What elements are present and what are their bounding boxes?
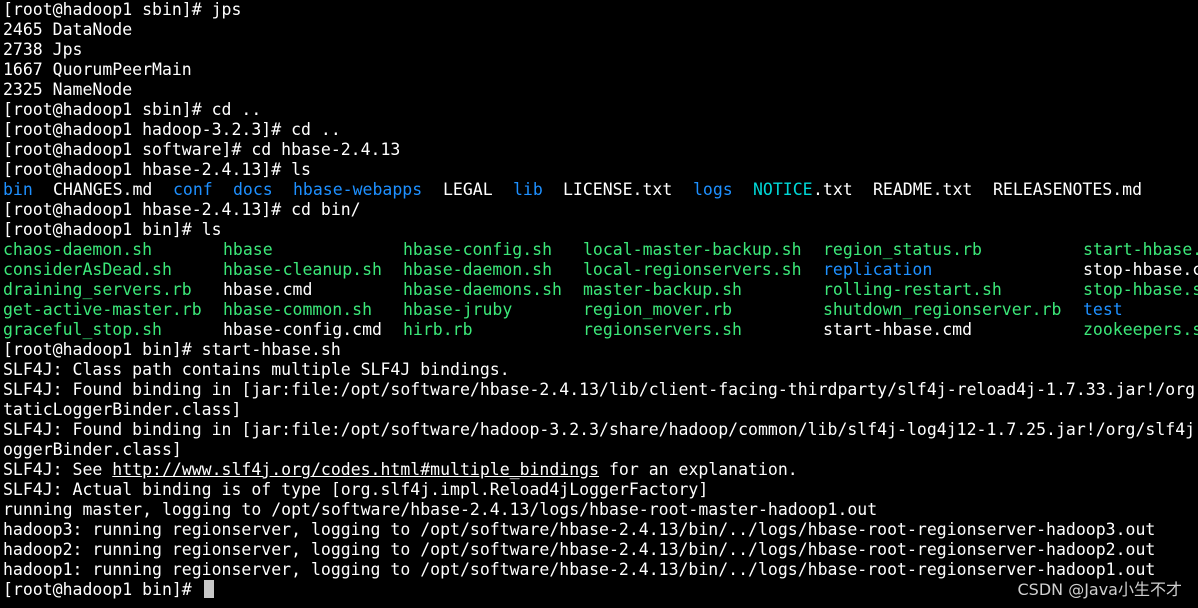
ls-entry-directory: lib bbox=[513, 180, 543, 199]
ls-entry-executable: draining_servers.rb bbox=[3, 280, 192, 299]
ls-entry-executable: hbase-common.sh bbox=[223, 300, 373, 319]
terminal-line: [root@hadoop1 hbase-2.4.13]# ls bbox=[3, 160, 311, 179]
ls-entry-file: LEGAL bbox=[443, 180, 493, 199]
ls-entry-executable: zookeepers.s bbox=[1083, 320, 1198, 339]
terminal-line: hadoop2: running regionserver, logging t… bbox=[3, 540, 1156, 559]
ls-entry-executable: hbase-daemon.sh bbox=[403, 260, 553, 279]
prompt-text: [root@hadoop1 bin]# bbox=[3, 580, 202, 599]
text-cursor bbox=[203, 580, 214, 598]
ls-entry-executable: hbase-config.sh bbox=[403, 240, 553, 259]
terminal-line: SLF4J: Found binding in [jar:file:/opt/s… bbox=[3, 420, 1196, 439]
ls-entry-directory: test bbox=[1083, 300, 1123, 319]
ls-entry-executable: get-active-master.rb bbox=[3, 300, 202, 319]
ls-entry-executable: regionservers.sh bbox=[583, 320, 742, 339]
ls-entry-file: .txt bbox=[813, 180, 853, 199]
ls-entry-file: hbase.cmd bbox=[223, 280, 313, 299]
terminal-line: SLF4J: Found binding in [jar:file:/opt/s… bbox=[3, 380, 1196, 399]
ls-entry-file: hbase-config.cmd bbox=[223, 320, 382, 339]
ls-entry-directory: docs bbox=[233, 180, 273, 199]
ls-entry-executable: master-backup.sh bbox=[583, 280, 742, 299]
terminal-line: SLF4J: Actual binding is of type [org.sl… bbox=[3, 480, 709, 499]
terminal-line: [root@hadoop1 sbin]# jps bbox=[3, 0, 242, 19]
ls-entry-directory: replication bbox=[823, 260, 933, 279]
ls-entry-executable: hbase-cleanup.sh bbox=[223, 260, 382, 279]
terminal-line: 2325 NameNode bbox=[3, 80, 133, 99]
ls-entry-executable: region_mover.rb bbox=[583, 300, 733, 319]
ls-entry-directory: logs bbox=[693, 180, 733, 199]
terminal-line: 2465 DataNode bbox=[3, 20, 133, 39]
ls-entry-executable: start-hbase. bbox=[1083, 240, 1198, 259]
terminal-line: oggerBinder.class] bbox=[3, 440, 182, 459]
ls-entry-executable: chaos-daemon.sh bbox=[3, 240, 153, 259]
terminal-line: 1667 QuorumPeerMain bbox=[3, 60, 192, 79]
ls-entry-directory: hbase-webapps bbox=[293, 180, 423, 199]
ls-entry-file: README.txt bbox=[873, 180, 973, 199]
ls-entry-executable: local-master-backup.sh bbox=[583, 240, 802, 259]
ls-entry-file: RELEASENOTES.md bbox=[993, 180, 1143, 199]
ls-entry-executable: local-regionservers.sh bbox=[583, 260, 802, 279]
ls-entry-executable: shutdown_regionserver.rb bbox=[823, 300, 1062, 319]
ls-entry-executable: rolling-restart.sh bbox=[823, 280, 1002, 299]
command-prompt[interactable]: [root@hadoop1 bin]# bbox=[3, 580, 214, 600]
ls-entry-executable: hbase bbox=[223, 240, 273, 259]
slf4j-help-link[interactable]: http://www.slf4j.org/codes.html#multiple… bbox=[112, 460, 599, 479]
ls-entry-directory: conf bbox=[173, 180, 213, 199]
terminal-line: [root@hadoop1 software]# cd hbase-2.4.13 bbox=[3, 140, 401, 159]
terminal-line: [root@hadoop1 hadoop-3.2.3]# cd .. bbox=[3, 120, 341, 139]
terminal-line: SLF4J: Class path contains multiple SLF4… bbox=[3, 360, 510, 379]
ls-entry-executable: hbase-jruby bbox=[403, 300, 513, 319]
terminal-text: SLF4J: See bbox=[3, 460, 113, 479]
ls-entry-executable: hbase-daemons.sh bbox=[403, 280, 562, 299]
ls-entry-executable: hirb.rb bbox=[403, 320, 473, 339]
ls-entry-directory: bin bbox=[3, 180, 33, 199]
terminal-line: hadoop1: running regionserver, logging t… bbox=[3, 560, 1156, 579]
terminal-line: 2738 Jps bbox=[3, 40, 83, 59]
ls-entry-file: stop-hbase.c bbox=[1083, 260, 1198, 279]
terminal-line: hadoop3: running regionserver, logging t… bbox=[3, 520, 1156, 539]
watermark: CSDN @Java小生不才 bbox=[1017, 580, 1182, 599]
ls-entry-file: LICENSE.txt bbox=[563, 180, 673, 199]
terminal-line: [root@hadoop1 bin]# ls bbox=[3, 220, 222, 239]
ls-entry-symlink: NOTICE bbox=[753, 180, 813, 199]
terminal-line: [root@hadoop1 sbin]# cd .. bbox=[3, 100, 262, 119]
ls-entry-file: start-hbase.cmd bbox=[823, 320, 973, 339]
ls-entry-executable: considerAsDead.sh bbox=[3, 260, 172, 279]
terminal-line: running master, logging to /opt/software… bbox=[3, 500, 878, 519]
ls-entry-executable: region_status.rb bbox=[823, 240, 982, 259]
terminal-line-with-link: SLF4J: See http://www.slf4j.org/codes.ht… bbox=[3, 460, 798, 480]
terminal-line: [root@hadoop1 bin]# start-hbase.sh bbox=[3, 340, 341, 359]
ls-entry-executable: stop-hbase.s bbox=[1083, 280, 1198, 299]
terminal-window[interactable]: [root@hadoop1 sbin]# jps 2465 DataNode 2… bbox=[0, 0, 1198, 608]
terminal-line: [root@hadoop1 hbase-2.4.13]# cd bin/ bbox=[3, 200, 361, 219]
terminal-line: taticLoggerBinder.class] bbox=[3, 400, 242, 419]
terminal-text: for an explanation. bbox=[599, 460, 798, 479]
ls-entry-executable: graceful_stop.sh bbox=[3, 320, 162, 339]
ls-entry-file: CHANGES.md bbox=[53, 180, 153, 199]
